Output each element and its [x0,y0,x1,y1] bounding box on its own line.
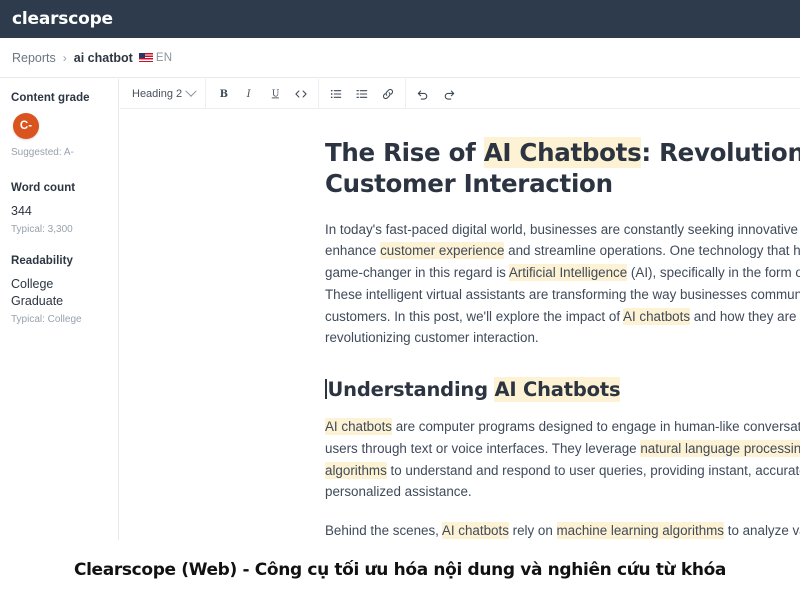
bulleted-list-button[interactable] [323,81,349,107]
word-count-title: Word count [11,182,76,194]
link-button[interactable] [375,81,401,107]
document-canvas[interactable]: The Rise of AI Chatbots: Revolutionizing… [120,110,800,540]
para1-highlight-artificial-intelligence: Artificial Intelligence [508,264,628,282]
svg-text:B: B [219,89,227,100]
redo-button[interactable] [436,81,462,107]
svg-text:I: I [245,89,251,100]
para3-text-b: rely on [508,523,557,539]
breadcrumb-separator-icon: › [62,50,67,65]
section-heading-understanding: Understanding AI Chatbots [325,376,800,402]
document-title: The Rise of AI Chatbots: Revolutionizing… [325,137,800,200]
document-body[interactable]: The Rise of AI Chatbots: Revolutionizing… [325,110,800,540]
heading2-text-a: Understanding [327,377,495,401]
readability-typical: Typical: College [11,313,82,325]
breadcrumb-reports-link[interactable]: Reports [12,51,56,65]
content-grade-badge[interactable]: C- [13,113,39,139]
paragraph-behind-the-scenes: Behind the scenes, AI chatbots rely on m… [325,520,800,540]
metrics-sidebar: Content grade C- Suggested: A- Word coun… [0,79,119,540]
para3-highlight-ai-chatbots: AI chatbots [441,522,509,540]
heading2-keyword-highlight: AI Chatbots [494,376,621,402]
content-grade-suggested: Suggested: A- [11,147,74,158]
para2-text-b: to understand and respond to user querie… [325,462,800,500]
text-format-group: B I U [206,79,320,108]
top-brand-bar: clearscope [0,0,800,38]
para1-highlight-ai-chatbots: AI chatbots [623,307,691,325]
breadcrumb-language-label: EN [155,51,173,64]
word-count-section: Word count 344 Typical: 3,300 [11,182,108,237]
paragraph-definition: AI chatbots are computer programs design… [325,416,800,503]
content-grade-title: Content grade [11,92,90,104]
caption-text: Clearscope (Web) - Công cụ tối ưu hóa nộ… [73,560,727,580]
numbered-list-button[interactable] [349,81,375,107]
para1-highlight-customer-experience: customer experience [380,242,505,260]
clearscope-logo[interactable]: clearscope [0,9,113,29]
us-flag-icon [138,53,153,62]
italic-button[interactable]: I [236,81,262,107]
text-cursor-icon [325,378,327,399]
readability-title: Readability [11,254,73,267]
caption-band: Clearscope (Web) - Công cụ tối ưu hóa nộ… [0,540,800,600]
underline-button[interactable]: U [262,81,288,107]
paragraph-intro: In today's fast-paced digital world, bus… [325,219,800,349]
history-group [406,79,466,108]
undo-button[interactable] [410,81,436,107]
readability-section: Readability College Graduate Typical: Co… [11,255,108,327]
text-style-dropdown[interactable]: Heading 2 [120,79,207,108]
word-count-typical: Typical: 3,300 [11,223,73,235]
para3-highlight-machine-learning: machine learning algorithms [556,522,724,540]
para2-highlight-ai-chatbots: AI chatbots [325,418,392,436]
text-style-value: Heading 2 [132,87,183,100]
title-part-1: The Rise of [325,138,484,167]
breadcrumb-current-report[interactable]: ai chatbot [74,51,133,65]
chevron-down-icon [185,85,197,97]
list-link-group [319,79,407,108]
title-keyword-highlight: AI Chatbots [483,137,642,168]
clearscope-app-window: clearscope Reports › ai chatbot EN Conte… [0,0,800,600]
word-count-value: 344 [11,204,32,218]
editor-toolbar: Heading 2 B I U [120,79,800,109]
para3-text-a: Behind the scenes, [325,523,442,539]
bold-button[interactable]: B [210,81,236,107]
breadcrumb: Reports › ai chatbot EN [0,38,800,78]
readability-value: College Graduate [11,276,64,309]
code-button[interactable] [288,81,314,107]
content-grade-section: Content grade C- Suggested: A- [11,92,108,160]
